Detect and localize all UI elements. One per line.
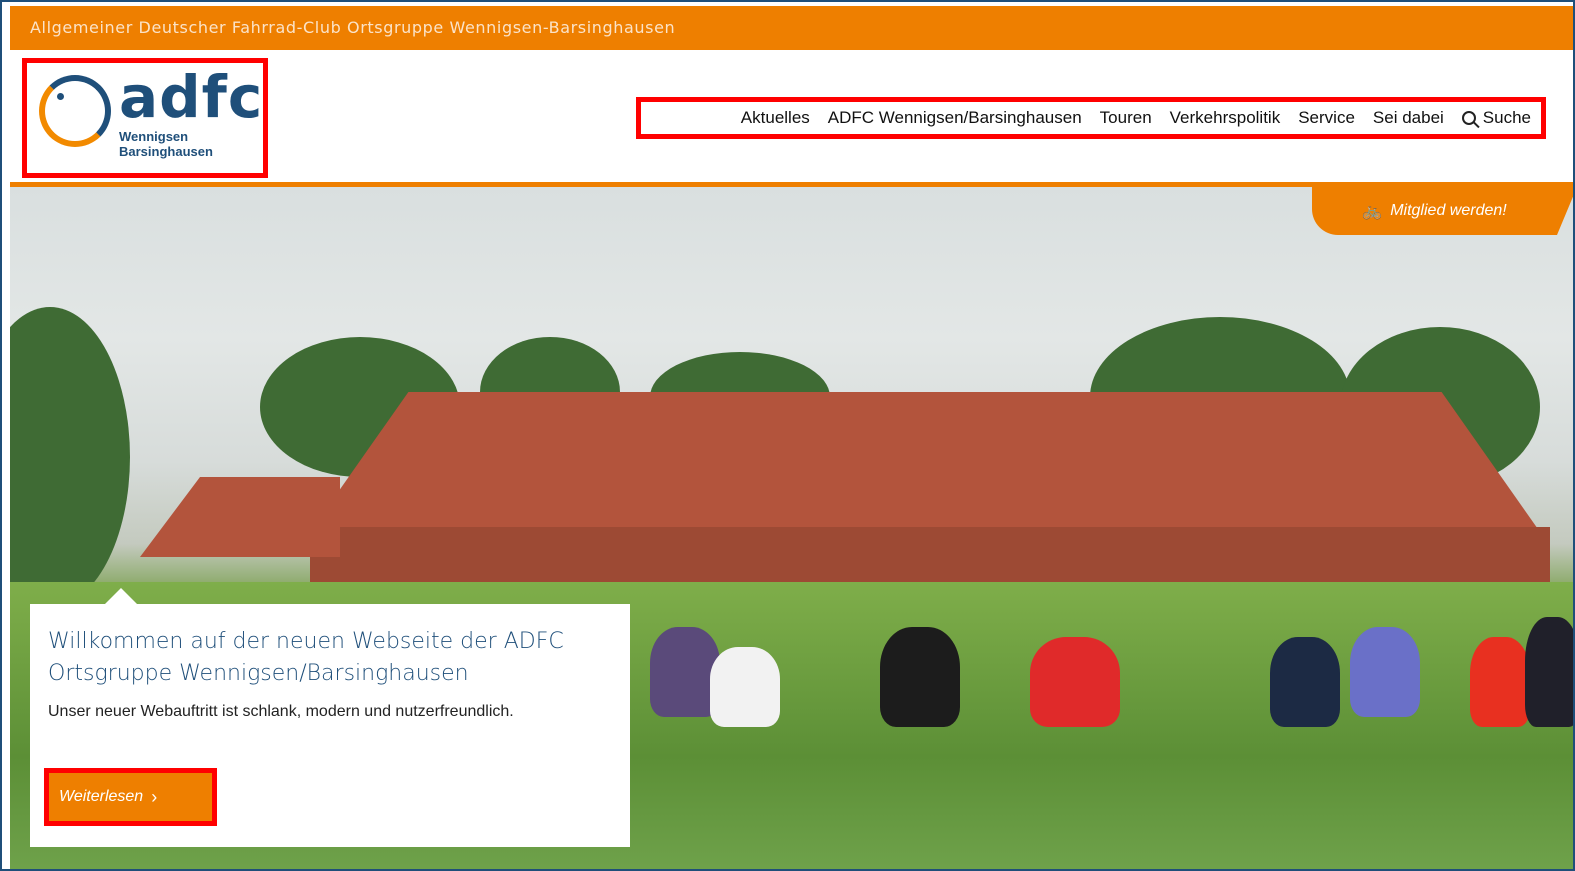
welcome-card: Willkommen auf der neuen Webseite der AD… [30,604,630,847]
nav-search-link[interactable]: Suche [1461,108,1531,128]
bicycle-icon: 🚲 [1362,203,1383,220]
logo-subtitle-line2: Barsinghausen [119,144,213,159]
card-pointer [104,588,138,605]
barn-wall [310,527,1550,587]
read-more-label: Weiterlesen [59,788,144,805]
welcome-title: Willkommen auf der neuen Webseite der AD… [48,629,564,686]
logo-circle-icon [39,75,111,147]
cyclist [880,627,960,727]
nav-item-verkehrspolitik[interactable]: Verkehrspolitik [1170,108,1281,128]
nav-item-service[interactable]: Service [1298,108,1355,128]
cyclist [1270,637,1340,727]
cyclist [1030,637,1120,727]
barn-roof [310,392,1540,532]
logo-dot-icon [57,93,64,100]
logo-brand-text: adfc [119,63,264,131]
member-join-button[interactable]: 🚲 Mitglied werden! [1312,187,1573,235]
welcome-text: Unser neuer Webauftritt ist schlank, mod… [48,703,514,720]
browser-frame: Allgemeiner Deutscher Fahrrad-Club Ortsg… [0,0,1575,871]
member-join-label: Mitglied werden! [1390,202,1507,219]
nav-search-label: Suche [1482,108,1531,127]
chevron-right-icon: › [151,786,158,807]
main-navigation: Aktuelles ADFC Wennigsen/Barsinghausen T… [636,97,1546,139]
cyclist [710,647,780,727]
site-full-title: Allgemeiner Deutscher Fahrrad-Club Ortsg… [30,18,676,37]
logo-subtitle: Wennigsen Barsinghausen [119,129,213,159]
house-roof [140,477,340,557]
cyclist [1350,627,1420,717]
nav-item-sei-dabei[interactable]: Sei dabei [1373,108,1444,128]
read-more-button[interactable]: Weiterlesen › [44,768,217,826]
cyclist [1470,637,1530,727]
nav-item-touren[interactable]: Touren [1100,108,1152,128]
search-icon [1461,111,1476,125]
nav-item-aktuelles[interactable]: Aktuelles [741,108,810,128]
site-header: adfc Wennigsen Barsinghausen Aktuelles A… [10,50,1573,182]
logo-subtitle-line1: Wennigsen [119,129,189,144]
site-logo[interactable]: adfc Wennigsen Barsinghausen [22,58,268,178]
tree-left [10,307,130,607]
nav-item-adfc-wennigsen-barsinghausen[interactable]: ADFC Wennigsen/Barsinghausen [828,108,1082,128]
cyclist [1525,617,1573,727]
site-topbar: Allgemeiner Deutscher Fahrrad-Club Ortsg… [10,6,1573,50]
